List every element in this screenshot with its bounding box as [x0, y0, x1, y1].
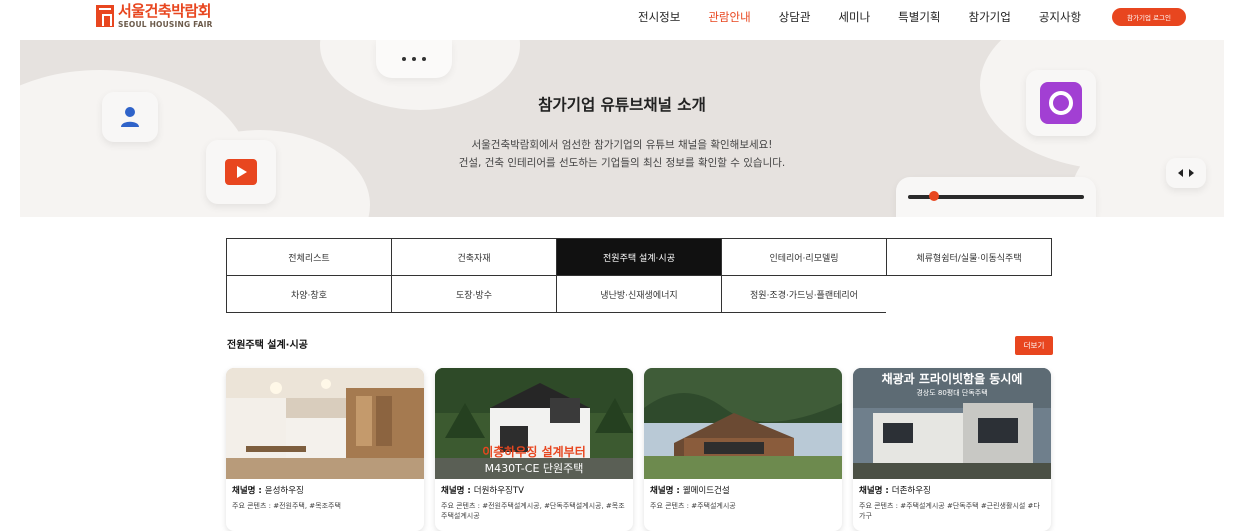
nav-item-special[interactable]: 특별기획 [898, 9, 940, 25]
banner-desc-line2: 건설, 건축 인테리어를 선도하는 기업들의 최신 정보를 확인할 수 있습니다… [458, 157, 786, 169]
channel-name-value: 웰메이드건설 [682, 486, 730, 496]
channel-name: 채널명 : 웰메이드건설 [650, 484, 836, 496]
banner-arrows[interactable] [1166, 158, 1206, 188]
nav-item-seminar[interactable]: 세미나 [838, 9, 870, 25]
slider-thumb[interactable] [929, 191, 940, 201]
category-windows[interactable]: 차양·창호 [226, 275, 392, 313]
category-grid: 전체리스트 건축자재 전원주택 설계·시공 인테리어·리모델링 체류형쉼터/실물… [226, 238, 1053, 313]
channel-name-value: 더존하우징 [891, 486, 931, 496]
arrow-left-icon[interactable] [1178, 169, 1183, 177]
channel-name-label: 채널명 : [859, 486, 892, 496]
nav-item-visitor-guide[interactable]: 관람안내 [708, 9, 750, 25]
banner-description: 서울건축박람회에서 엄선한 참가기업의 유튜브 채널을 확인해보세요! 건설, … [20, 136, 1224, 172]
channel-name-value: 윤성하우징 [264, 486, 304, 496]
exhibitor-login-button[interactable]: 참가기업 로그인 [1112, 8, 1186, 26]
thumb-text: 이층하우징 설계부터 [482, 444, 586, 459]
channel-card[interactable]: 채널명 : 윤성하우징 주요 콘텐츠 : #전원주택, #목조주택 [226, 368, 424, 531]
thumb-text: 경상도 80평대 단독주택 [916, 388, 987, 397]
channel-name-label: 채널명 : [232, 486, 265, 496]
more-button[interactable]: 더보기 [1015, 336, 1053, 355]
site-header: 서울건축박람회 SEOUL HOUSING FAIR 전시정보 관람안내 상담관… [0, 0, 1244, 36]
banner-desc-line1: 서울건축박람회에서 엄선한 참가기업의 유튜브 채널을 확인해보세요! [471, 139, 773, 151]
channel-content: 주요 콘텐츠 : #전원주택설계시공, #단독주택설계시공, #목조주택설계시공 [441, 502, 625, 520]
channel-content: 주요 콘텐츠 : #주택설계시공 #단독주택 #근린생활시설 #다가구 [859, 502, 1040, 520]
nav-item-notice[interactable]: 공지사항 [1039, 9, 1081, 25]
category-garden[interactable]: 정원·조경·가드닝·플랜테리어 [721, 275, 887, 313]
channel-thumbnail [644, 368, 842, 479]
channel-name-label: 채널명 : [650, 486, 683, 496]
arrow-right-icon[interactable] [1189, 169, 1194, 177]
nav-item-consultation[interactable]: 상담관 [779, 9, 811, 25]
chat-bubble-icon [376, 40, 452, 78]
category-materials[interactable]: 건축자재 [391, 238, 557, 276]
channel-name: 채널명 : 윤성하우징 [232, 484, 418, 496]
nav-item-exhibition-info[interactable]: 전시정보 [638, 9, 680, 25]
category-empty-cell [886, 275, 1052, 313]
section-title: 전원주택 설계·시공 [227, 340, 308, 351]
main-nav: 전시정보 관람안내 상담관 세미나 특별기획 참가기업 공지사항 [638, 9, 1109, 25]
hero-banner: 참가기업 유튜브채널 소개 서울건축박람회에서 엄선한 참가기업의 유튜브 채널… [20, 40, 1224, 217]
channel-content: 주요 콘텐츠 : #주택설계시공 [650, 502, 736, 510]
nav-item-exhibitors[interactable]: 참가기업 [968, 9, 1010, 25]
channel-name-value: 더원하우징TV [473, 486, 524, 496]
logo-korean: 서울건축박람회 [118, 2, 212, 20]
house-logo-icon [96, 5, 114, 28]
channel-card[interactable]: 이층하우징 설계부터 M430T-CE 단원주택 채널명 : 더원하우징TV 주… [435, 368, 633, 531]
category-energy[interactable]: 냉난방·신재생에너지 [556, 275, 722, 313]
channel-card[interactable]: 채광과 프라이빗함을 동시에 경상도 80평대 단독주택 채널명 : 더존하우징… [853, 368, 1051, 531]
channel-card[interactable]: 채널명 : 웰메이드건설 주요 콘텐츠 : #주택설계시공 [644, 368, 842, 531]
banner-title: 참가기업 유튜브채널 소개 [538, 96, 706, 114]
channel-thumbnail: 이층하우징 설계부터 M430T-CE 단원주택 [435, 368, 633, 479]
site-logo[interactable]: 서울건축박람회 SEOUL HOUSING FAIR [96, 4, 213, 29]
channel-card-list: 채널명 : 윤성하우징 주요 콘텐츠 : #전원주택, #목조주택 이층하우징 … [226, 368, 1062, 531]
banner-slider [896, 177, 1096, 217]
thumb-text: 채광과 프라이빗함을 동시에 [882, 371, 1023, 386]
channel-name: 채널명 : 더원하우징TV [441, 484, 627, 496]
thumb-text: M430T-CE 단원주택 [485, 462, 584, 475]
channel-thumbnail: 채광과 프라이빗함을 동시에 경상도 80평대 단독주택 [853, 368, 1051, 479]
category-country-house[interactable]: 전원주택 설계·시공 [556, 238, 722, 276]
channel-name-label: 채널명 : [441, 486, 474, 496]
channel-thumbnail [226, 368, 424, 479]
channel-name: 채널명 : 더존하우징 [859, 484, 1045, 496]
channel-content: 주요 콘텐츠 : #전원주택, #목조주택 [232, 502, 341, 510]
logo-english: SEOUL HOUSING FAIR [118, 20, 213, 29]
category-all[interactable]: 전체리스트 [226, 238, 392, 276]
category-interior[interactable]: 인테리어·리모델링 [721, 238, 887, 276]
category-painting[interactable]: 도장·방수 [391, 275, 557, 313]
category-mobile-house[interactable]: 체류형쉼터/실물·이동식주택 [886, 238, 1052, 276]
